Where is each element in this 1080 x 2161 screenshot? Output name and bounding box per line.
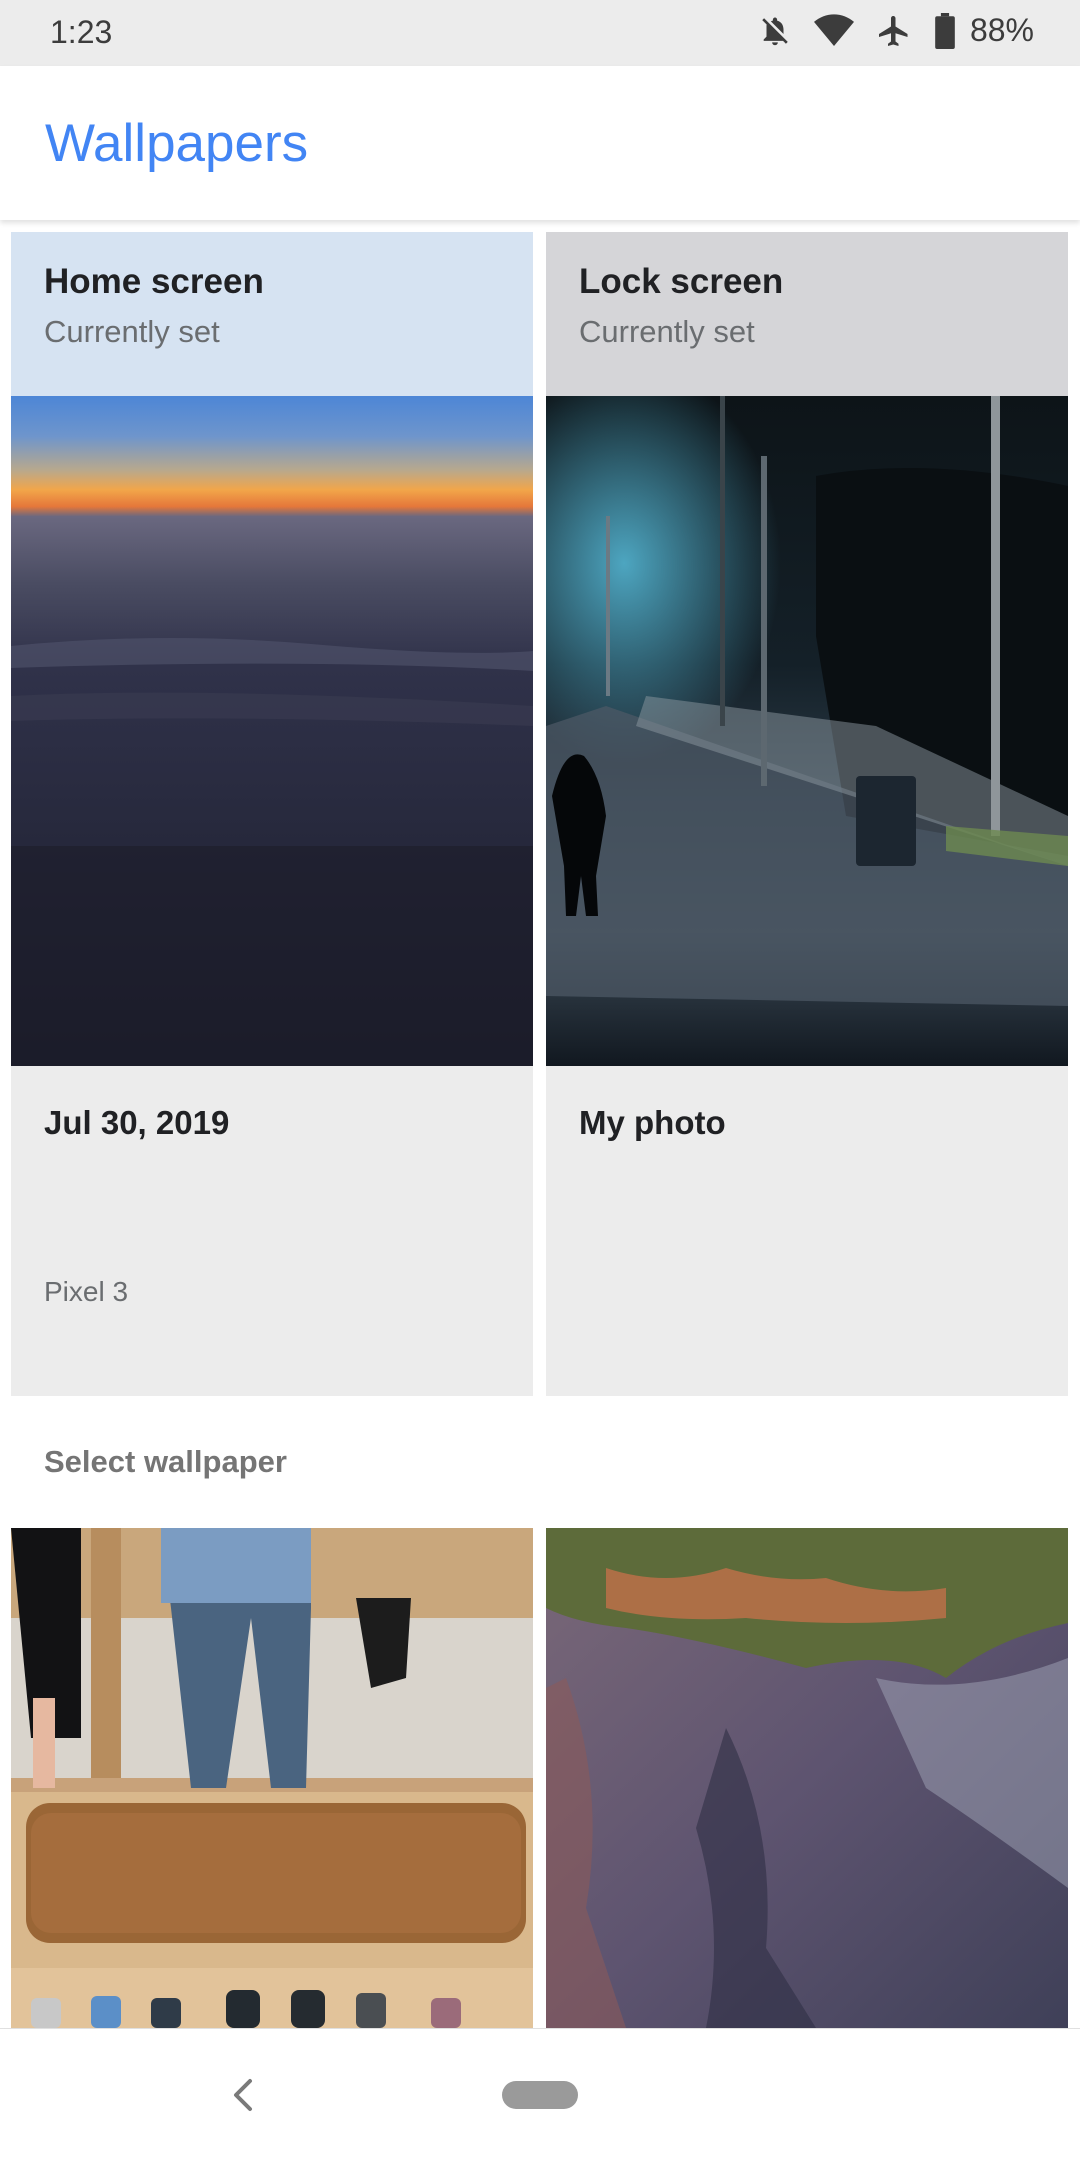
page-title: Wallpapers bbox=[45, 114, 309, 173]
lock-screen-title: Lock screen bbox=[579, 262, 784, 301]
lock-screen-subtitle: Currently set bbox=[579, 314, 755, 349]
lock-screen-card[interactable]: Lock screen Currently set My photo bbox=[546, 232, 1068, 1396]
battery-percent: 88% bbox=[969, 12, 1034, 48]
wallpaper-category-tile[interactable] bbox=[11, 1528, 533, 2028]
home-wallpaper-preview[interactable] bbox=[11, 396, 533, 1066]
wifi-icon bbox=[813, 13, 854, 48]
status-icons: 88% bbox=[758, 12, 1034, 49]
home-screen-subtitle: Currently set bbox=[44, 314, 220, 349]
home-screen-title: Home screen bbox=[44, 262, 264, 301]
navigation-bar bbox=[0, 2028, 1080, 2161]
home-screen-header: Home screen Currently set bbox=[11, 232, 533, 396]
lock-wallpaper-info: My photo bbox=[546, 1066, 1068, 1396]
lock-wallpaper-name: My photo bbox=[579, 1104, 726, 1141]
airplane-icon bbox=[876, 13, 912, 49]
lock-wallpaper-preview[interactable] bbox=[546, 396, 1068, 1066]
home-pill[interactable] bbox=[502, 2081, 578, 2109]
app-bar: Wallpapers bbox=[0, 66, 1080, 220]
notifications-off-icon bbox=[758, 14, 792, 48]
home-screen-card[interactable]: Home screen Currently set Jul 30, 2019 P… bbox=[11, 232, 533, 1396]
wallpaper-category-tile[interactable] bbox=[546, 1528, 1068, 2028]
home-wallpaper-name: Jul 30, 2019 bbox=[44, 1104, 230, 1141]
battery-icon bbox=[934, 12, 956, 49]
home-wallpaper-info: Jul 30, 2019 Pixel 3 bbox=[11, 1066, 533, 1396]
back-icon[interactable] bbox=[222, 2069, 262, 2121]
status-bar: 1:23 88% bbox=[0, 0, 1080, 66]
status-time: 1:23 bbox=[50, 14, 113, 50]
select-wallpaper-heading: Select wallpaper bbox=[44, 1444, 287, 1479]
lock-screen-header: Lock screen Currently set bbox=[546, 232, 1068, 396]
home-wallpaper-attribution: Pixel 3 bbox=[44, 1276, 129, 1307]
